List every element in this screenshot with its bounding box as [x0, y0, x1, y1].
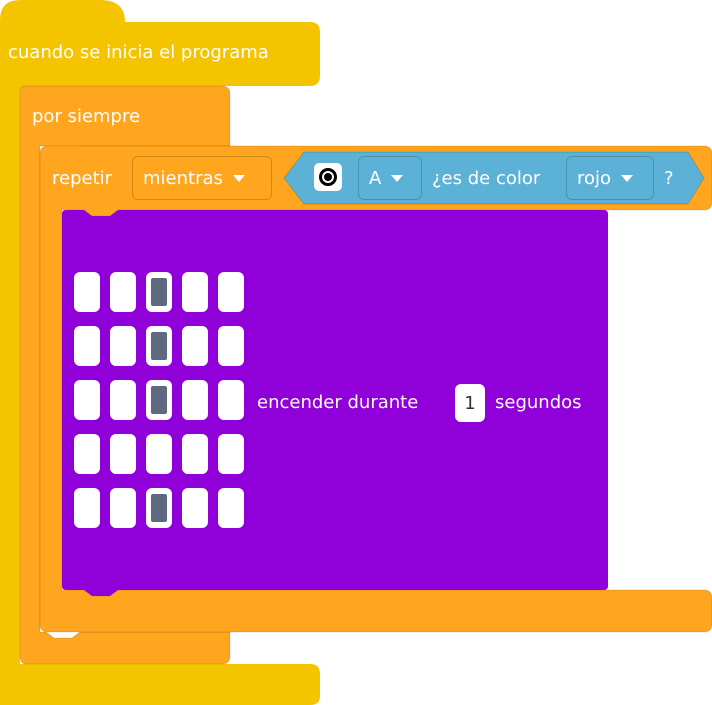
light-text-before: encender durante — [257, 392, 419, 413]
duration-input[interactable]: 1 — [455, 384, 485, 422]
port-dropdown[interactable]: A — [358, 156, 422, 200]
condition-question-end: ? — [664, 168, 674, 189]
repeat-mode-value: mientras — [143, 167, 223, 189]
led-cell-off[interactable] — [182, 326, 208, 366]
led-cell-off[interactable] — [182, 272, 208, 312]
led-cell-off[interactable] — [110, 272, 136, 312]
led-cell-off[interactable] — [74, 434, 100, 474]
led-cell-off[interactable] — [218, 488, 244, 528]
led-cell-off[interactable] — [74, 380, 100, 420]
led-cell-off[interactable] — [74, 326, 100, 366]
led-cell-off[interactable] — [110, 488, 136, 528]
led-cell-on[interactable] — [146, 326, 172, 366]
color-sensor-icon — [314, 163, 342, 191]
repeat-block-label: repetir — [52, 168, 113, 189]
led-cell-off[interactable] — [182, 380, 208, 420]
led-cell-off[interactable] — [182, 488, 208, 528]
led-cell-off[interactable] — [110, 326, 136, 366]
led-cell-off[interactable] — [218, 380, 244, 420]
condition-question-label: ¿es de color — [432, 168, 541, 189]
forever-block-label: por siempre — [32, 106, 141, 127]
led-cell-off[interactable] — [182, 434, 208, 474]
led-cell-off[interactable] — [146, 434, 172, 474]
light-text-after: segundos — [495, 392, 582, 413]
led-cell-off[interactable] — [110, 380, 136, 420]
port-value: A — [369, 167, 382, 189]
chevron-down-icon — [391, 174, 404, 182]
led-cell-on[interactable] — [146, 380, 172, 420]
color-dropdown[interactable]: rojo — [566, 156, 654, 200]
repeat-mode-dropdown[interactable]: mientras — [132, 156, 272, 200]
led-cell-on[interactable] — [146, 488, 172, 528]
chevron-down-icon — [232, 174, 245, 182]
color-value: rojo — [577, 167, 612, 189]
led-cell-off[interactable] — [218, 434, 244, 474]
led-cell-off[interactable] — [218, 326, 244, 366]
chevron-down-icon — [621, 174, 634, 182]
led-cell-off[interactable] — [110, 434, 136, 474]
event-block-label: cuando se inicia el programa — [8, 42, 269, 63]
led-cell-off[interactable] — [74, 272, 100, 312]
led-cell-off[interactable] — [218, 272, 244, 312]
led-cell-off[interactable] — [74, 488, 100, 528]
led-cell-on[interactable] — [146, 272, 172, 312]
